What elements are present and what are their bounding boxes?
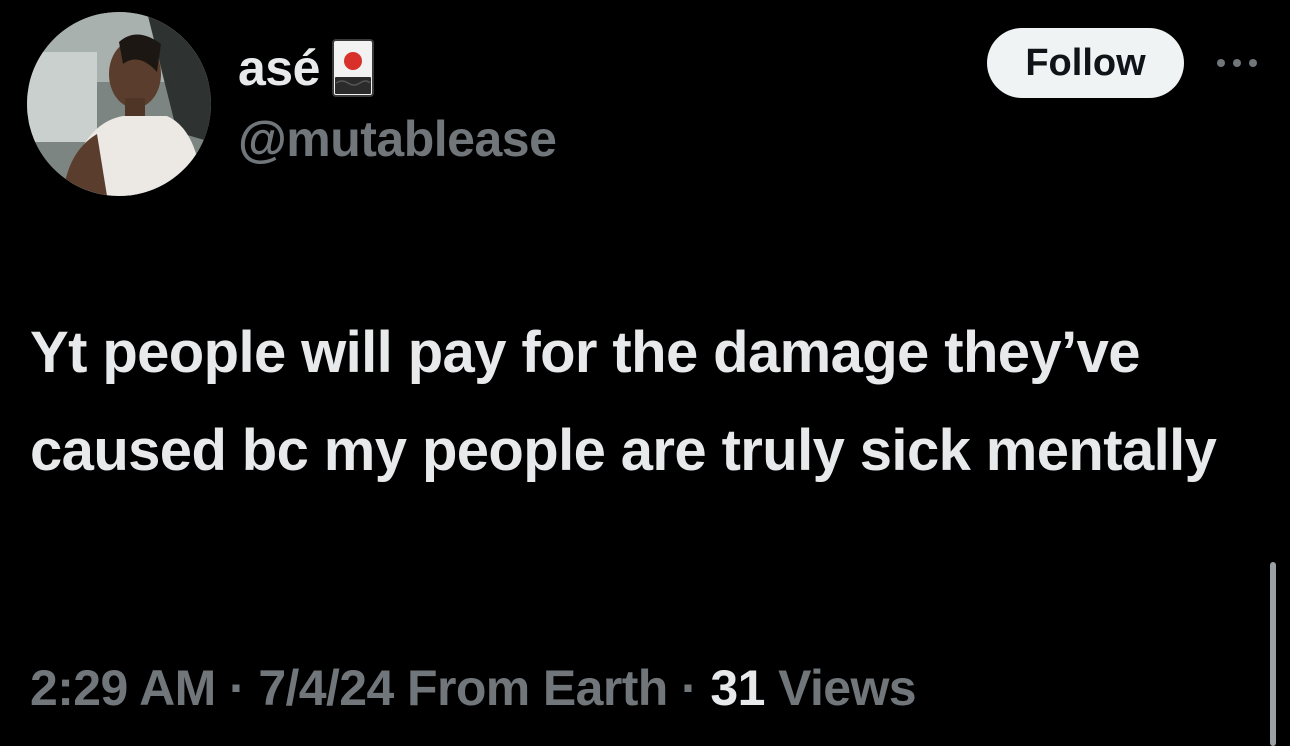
tweet-metadata: 2:29 AM · 7/4/24 From Earth · 31 Views [30,656,917,720]
avatar[interactable] [27,12,211,196]
tweet-text: Yt people will pay for the damage they’v… [30,320,1217,483]
tweet-date[interactable]: 7/4/24 [258,660,394,716]
avatar-photo [27,12,211,196]
hanafuda-card-icon [331,39,374,97]
tweet-time[interactable]: 2:29 AM [30,660,216,716]
more-horizontal-icon[interactable] [1214,56,1260,70]
meta-separator: · [667,660,711,716]
follow-button[interactable]: Follow [987,28,1184,98]
scrollbar[interactable] [1270,562,1276,746]
meta-separator: · [215,660,259,716]
author-name-row[interactable]: asé [238,36,374,100]
views-label: Views [778,660,916,716]
tweet-location: From Earth [407,660,668,716]
author-handle[interactable]: @mutablease [238,114,557,164]
views-count: 31 [710,660,765,716]
display-name[interactable]: asé [238,43,320,93]
